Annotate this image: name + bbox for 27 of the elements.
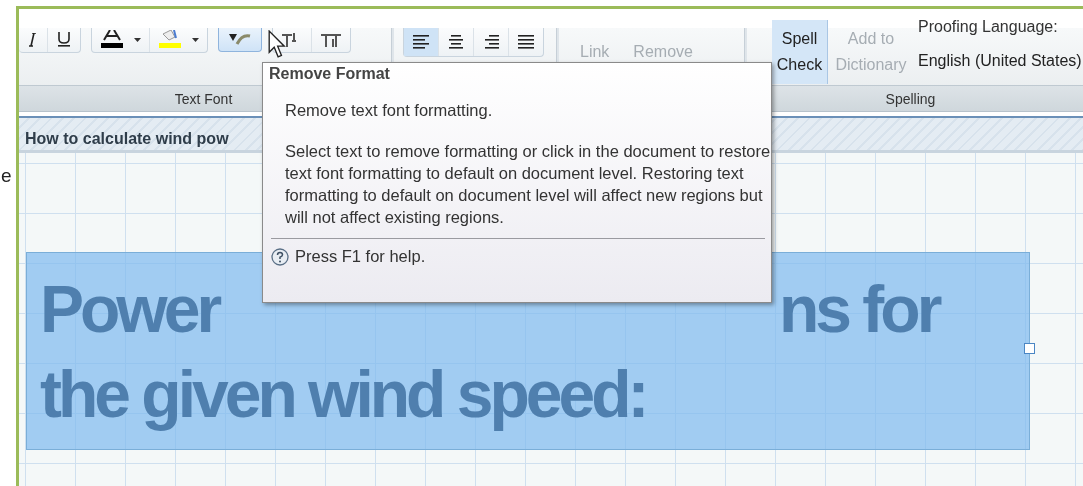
- align-right-icon: [483, 35, 499, 49]
- margin-text: e: [1, 165, 12, 187]
- subscript-icon: [320, 32, 342, 48]
- language-value[interactable]: English (United States): [918, 48, 1082, 74]
- align-button[interactable]: [404, 28, 439, 56]
- cursor-icon: [268, 30, 286, 59]
- align-justify-icon: [518, 35, 534, 49]
- group-label: Spelling: [885, 90, 936, 107]
- tooltip-text: Select text to remove formatting or click in the document to restore text font formatting to default on document level. Restoring text formatting to default on document level will affect new regions but will not affect existing regions.: [285, 141, 772, 228]
- tooltip-text: Remove text font formatting.: [285, 101, 494, 120]
- dropdown-arrow-icon: [192, 38, 199, 42]
- dropdown-arrow-icon: [134, 38, 141, 42]
- toolbar-button[interactable]: [218, 28, 262, 52]
- document-tab[interactable]: How to calculate wind pow: [19, 130, 229, 148]
- heading-text: ns for: [779, 271, 939, 348]
- resize-handle[interactable]: [1024, 343, 1035, 354]
- italic-icon: [27, 33, 39, 47]
- heading-text: Power: [40, 271, 220, 348]
- language-label: Proofing Language:: [918, 17, 1059, 37]
- align-left-icon: [413, 35, 429, 49]
- spell-check-button[interactable]: Spell Check: [772, 20, 828, 84]
- group-label: Text Font: [174, 90, 233, 107]
- tooltip-title: Remove Format: [269, 65, 391, 83]
- heading-text: the given wind speed:: [40, 356, 646, 433]
- underline-icon: [56, 32, 72, 48]
- help-icon: [271, 247, 289, 266]
- align-center-icon: [448, 35, 464, 49]
